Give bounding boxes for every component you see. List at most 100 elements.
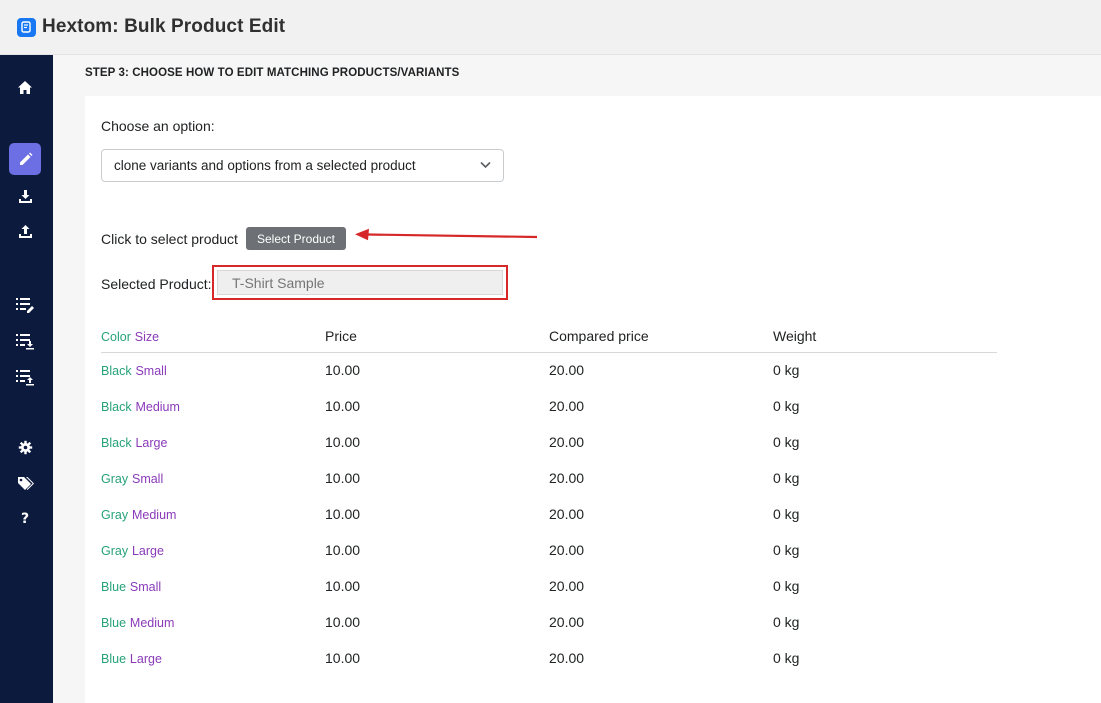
variant-price: 10.00 — [325, 614, 361, 630]
variant-color: Black — [101, 436, 132, 450]
table-row: Gray Small 10.00 20.00 0 kg — [101, 460, 997, 496]
sidebar-item-import[interactable] — [9, 215, 41, 247]
app-header: Hextom: Bulk Product Edit — [0, 0, 1101, 55]
variant-compared-price: 20.00 — [549, 614, 585, 630]
sidebar-item-export-history[interactable] — [9, 325, 41, 357]
table-row: Gray Medium 10.00 20.00 0 kg — [101, 496, 997, 532]
variant-name: Black Large — [101, 424, 325, 460]
variant-color: Black — [101, 364, 132, 379]
table-row: Blue Small 10.00 20.00 0 kg — [101, 568, 997, 604]
variant-size: Large — [131, 544, 164, 558]
variant-weight: 0 kg — [773, 506, 800, 522]
variant-color: Blue — [101, 652, 127, 666]
variant-weight: 0 kg — [773, 542, 800, 558]
variant-weight: 0 kg — [773, 434, 800, 450]
selected-product-highlight — [212, 265, 508, 300]
variant-price: 10.00 — [325, 542, 361, 558]
variant-color: Gray — [101, 472, 129, 486]
header-options: Color Size — [101, 320, 325, 353]
selected-product-label: Selected Product: — [101, 276, 212, 292]
sidebar-item-home[interactable] — [9, 71, 41, 103]
variant-price: 10.00 — [325, 434, 361, 450]
table-row: Black Medium 10.00 20.00 0 kg — [101, 388, 997, 424]
variant-compared-price: 20.00 — [549, 362, 585, 379]
header-option2: Size — [134, 329, 160, 344]
variant-size: Large — [129, 652, 162, 666]
variant-compared-price: 20.00 — [549, 578, 585, 594]
chevron-down-icon — [480, 161, 491, 169]
variant-weight: 0 kg — [773, 578, 800, 594]
variant-size: Small — [135, 364, 167, 379]
home-icon — [18, 80, 32, 94]
variant-weight: 0 kg — [773, 614, 800, 630]
variant-name: Blue Large — [101, 640, 325, 676]
variant-price: 10.00 — [325, 650, 361, 666]
variant-name: Black Small — [101, 352, 325, 388]
variant-price: 10.00 — [325, 506, 361, 522]
app-title: Hextom: Bulk Product Edit — [42, 16, 286, 37]
variant-name: Gray Large — [101, 532, 325, 568]
variant-size: Small — [131, 472, 164, 486]
sidebar-item-import-history[interactable] — [9, 361, 41, 393]
variant-compared-price: 20.00 — [549, 650, 585, 666]
variant-price: 10.00 — [325, 398, 361, 414]
list-download-icon — [16, 334, 34, 350]
variant-color: Gray — [101, 508, 129, 522]
header-price: Price — [325, 320, 549, 353]
variant-compared-price: 20.00 — [549, 506, 585, 522]
choose-option-label: Choose an option: — [101, 118, 215, 134]
select-product-button[interactable]: Select Product — [246, 227, 346, 250]
main-content: STEP 3: CHOOSE HOW TO EDIT MATCHING PROD… — [53, 55, 1101, 703]
click-to-select-label: Click to select product — [101, 231, 238, 247]
sidebar-item-edit[interactable] — [9, 143, 41, 175]
selected-product-input[interactable] — [217, 270, 503, 295]
table-header-row: Color Size Price Compared price Weight — [101, 320, 997, 353]
red-arrow-icon — [355, 228, 538, 241]
variant-color: Blue — [101, 580, 127, 594]
variant-weight: 0 kg — [773, 650, 800, 666]
variant-size: Medium — [129, 616, 175, 630]
header-weight: Weight — [773, 320, 997, 353]
table-row: Black Small 10.00 20.00 0 kg — [101, 352, 997, 388]
edit-option-select-value: clone variants and options from a select… — [114, 158, 416, 173]
variant-price: 10.00 — [325, 362, 361, 379]
variant-name: Black Medium — [101, 388, 325, 424]
step-title: STEP 3: CHOOSE HOW TO EDIT MATCHING PROD… — [85, 67, 460, 79]
variant-table: Color Size Price Compared price Weight B… — [101, 320, 997, 676]
sidebar-item-export[interactable] — [9, 180, 41, 212]
variant-price: 10.00 — [325, 470, 361, 486]
variant-size: Medium — [131, 508, 177, 522]
list-upload-icon — [16, 370, 34, 386]
table-row: Black Large 10.00 20.00 0 kg — [101, 424, 997, 460]
variant-color: Black — [101, 400, 132, 414]
variant-weight: 0 kg — [773, 362, 800, 379]
sidebar: ? — [0, 55, 53, 703]
variant-price: 10.00 — [325, 578, 361, 594]
variant-compared-price: 20.00 — [549, 470, 585, 486]
header-option1: Color — [101, 329, 131, 344]
sidebar-item-help[interactable]: ? — [9, 503, 41, 535]
pencil-icon — [19, 152, 32, 165]
tags-icon — [17, 476, 34, 490]
variant-name: Blue Medium — [101, 604, 325, 640]
variant-size: Large — [135, 436, 168, 450]
list-edit-icon — [16, 298, 34, 313]
sidebar-item-settings[interactable] — [9, 431, 41, 463]
variant-compared-price: 20.00 — [549, 398, 585, 414]
variant-name: Gray Medium — [101, 496, 325, 532]
variant-name: Blue Small — [101, 568, 325, 604]
variant-weight: 0 kg — [773, 470, 800, 486]
help-icon: ? — [20, 511, 30, 527]
sidebar-item-edit-history[interactable] — [9, 289, 41, 321]
variant-weight: 0 kg — [773, 398, 800, 414]
sidebar-item-tags[interactable] — [9, 467, 41, 499]
variant-size: Medium — [135, 400, 180, 414]
gear-icon — [18, 440, 32, 454]
variant-compared-price: 20.00 — [549, 542, 585, 558]
variant-compared-price: 20.00 — [549, 434, 585, 450]
variant-size: Small — [129, 580, 162, 594]
edit-option-select[interactable]: clone variants and options from a select… — [101, 149, 504, 182]
app-logo-icon — [17, 17, 36, 37]
table-row: Gray Large 10.00 20.00 0 kg — [101, 532, 997, 568]
variant-color: Gray — [101, 544, 129, 558]
